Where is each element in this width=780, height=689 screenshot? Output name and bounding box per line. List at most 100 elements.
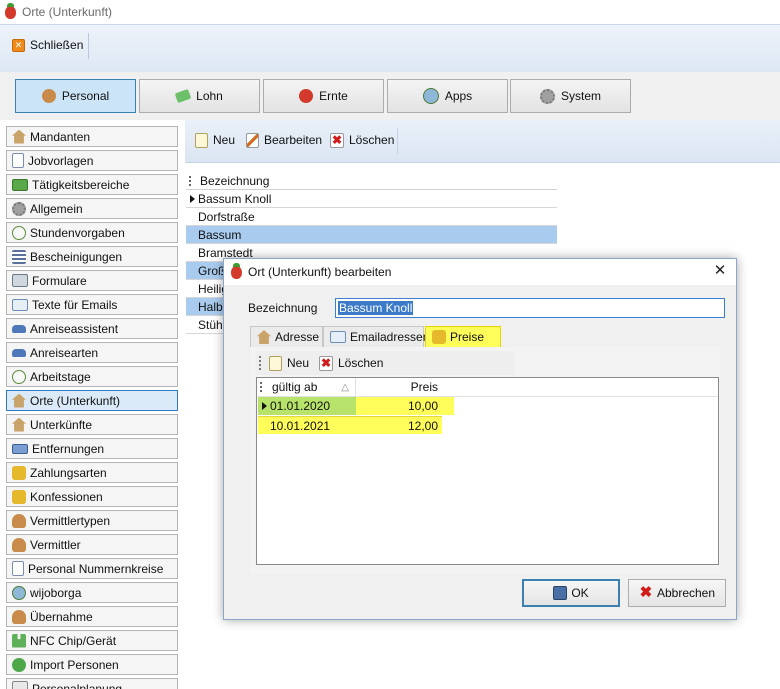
name-field-value: Bassum Knoll (338, 301, 414, 315)
sort-asc-icon: △ (341, 381, 349, 393)
sidebar-item[interactable]: Stundenvorgaben (6, 222, 178, 243)
tab-preise[interactable]: Preise (425, 326, 501, 347)
sidebar-item[interactable]: Jobvorlagen (6, 150, 178, 171)
sidebar-item-label: Mandanten (30, 129, 91, 144)
sidebar-item[interactable]: Zahlungsarten (6, 462, 178, 483)
house-icon (12, 129, 26, 144)
house-icon (257, 330, 271, 344)
sidebar-item[interactable]: Personal Nummernkreise (6, 558, 178, 579)
sidebar-item[interactable]: Vermittlertypen (6, 510, 178, 531)
sidebar-item[interactable]: Formulare (6, 270, 178, 291)
grid-row[interactable]: Bassum Knoll (186, 190, 557, 208)
name-label: Bezeichnung (248, 301, 318, 315)
prices-grid-header: gültig ab △ Preis (258, 377, 718, 397)
price-value-cell[interactable]: 10,00 (356, 399, 440, 413)
sidebar-item[interactable]: Personalplanung (6, 678, 178, 689)
sidebar-item[interactable]: Unterkünfte (6, 414, 178, 435)
cancel-button[interactable]: ✖ Abbrechen (628, 579, 726, 607)
sidebar-item[interactable]: Bescheinigungen (6, 246, 178, 267)
toolbar-separator (88, 33, 89, 59)
sidebar-item-label: Entfernungen (32, 441, 105, 456)
nav-tab-system[interactable]: System (510, 79, 631, 113)
column-header-date[interactable]: gültig ab △ (258, 377, 356, 397)
cancel-button-label: Abbrechen (656, 586, 716, 600)
price-value-cell[interactable]: 12,00 (356, 419, 440, 433)
delete-button[interactable]: ✖ Löschen (326, 128, 398, 152)
car-icon (12, 324, 26, 333)
coins-icon (12, 465, 26, 480)
edit-location-dialog: Ort (Unterkunft) bearbeiten ✕ Bezeichnun… (223, 258, 737, 620)
sidebar-item-label: Stundenvorgaben (30, 225, 125, 240)
sidebar-item[interactable]: Import Personen (6, 654, 178, 675)
close-button[interactable]: ✕ Schließen (8, 33, 87, 57)
sidebar-item[interactable]: Allgemein (6, 198, 178, 219)
edit-icon (246, 132, 259, 148)
strawberry-icon (299, 89, 314, 103)
gear-icon (539, 88, 555, 104)
money-icon (174, 88, 192, 104)
grid-cell: Bassum (198, 227, 242, 242)
sidebar-item[interactable]: Anreisearten (6, 342, 178, 363)
price-new-button[interactable]: Neu (265, 351, 313, 375)
close-icon[interactable]: ✕ (712, 263, 728, 279)
sidebar-item[interactable]: Arbeitstage (6, 366, 178, 387)
sidebar-item[interactable]: Orte (Unterkunft) (6, 390, 178, 411)
coins-icon (432, 330, 446, 344)
nav-tab-personal[interactable]: Personal (15, 79, 136, 113)
tab-emailadressen[interactable]: Emailadressen (323, 326, 429, 347)
sidebar-item[interactable]: Vermittler (6, 534, 178, 555)
sidebar-item[interactable]: Anreiseassistent (6, 318, 178, 339)
strawberry-icon (231, 263, 242, 279)
price-row[interactable]: 01.01.2020 10,00 (258, 397, 454, 415)
sidebar-item[interactable]: Tätigkeitsbereiche (6, 174, 178, 195)
price-date-cell[interactable]: 10.01.2021 (258, 419, 356, 433)
price-delete-button[interactable]: ✖ Löschen (315, 351, 387, 375)
sidebar-item[interactable]: Entfernungen (6, 438, 178, 459)
sidebar-item-label: Zahlungsarten (30, 465, 107, 480)
sidebar-item[interactable]: Konfessionen (6, 486, 178, 507)
new-document-icon (269, 355, 282, 371)
sidebar-item[interactable]: Übernahme (6, 606, 178, 627)
column-header-label[interactable]: Bezeichnung (186, 174, 557, 188)
price-delete-label: Löschen (338, 356, 384, 370)
clock-icon (12, 225, 26, 240)
sidebar-item[interactable]: NFC Chip/Gerät (6, 630, 178, 651)
list-icon (12, 249, 26, 264)
edit-button[interactable]: Bearbeiten (242, 128, 326, 152)
sidebar-item[interactable]: Texte für Emails (6, 294, 178, 315)
sidebar-item[interactable]: Mandanten (6, 126, 178, 147)
tab-label: Adresse (275, 330, 320, 344)
ok-button[interactable]: OK (522, 579, 620, 607)
module-nav: Personal Lohn Ernte Apps System (0, 72, 780, 120)
toolbar-separator (397, 128, 398, 154)
price-date-cell[interactable]: 01.01.2020 (258, 397, 356, 415)
name-field[interactable]: Bassum Knoll (335, 298, 725, 318)
delete-icon: ✖ (319, 355, 333, 371)
nav-tab-apps[interactable]: Apps (387, 79, 508, 113)
house-icon (12, 417, 26, 432)
new-button[interactable]: Neu (191, 128, 239, 152)
grid-row[interactable]: Dorfstraße (186, 208, 557, 226)
delete-button-label: Löschen (349, 133, 395, 147)
sidebar-item-label: Personalplanung (32, 681, 123, 689)
tab-adresse[interactable]: Adresse (250, 326, 323, 347)
sidebar-item-label: Übernahme (30, 609, 93, 624)
grid-row[interactable]: Bassum (186, 226, 557, 244)
grid-cell: Bassum Knoll (198, 191, 272, 206)
nav-tab-ernte[interactable]: Ernte (263, 79, 384, 113)
nav-tab-lohn[interactable]: Lohn (139, 79, 260, 113)
sidebar-item-label: Tätigkeitsbereiche (32, 177, 130, 192)
sidebar-item-label: Personal Nummernkreise (28, 561, 164, 576)
sidebar-item[interactable]: wijoborga (6, 582, 178, 603)
clock-icon (12, 369, 26, 384)
sidebar-item-label: Import Personen (30, 657, 119, 672)
sidebar: Mandanten Jobvorlagen Tätigkeitsbereiche Al… (6, 126, 180, 689)
column-header-price[interactable]: Preis (356, 378, 440, 397)
toolbar-grip (259, 356, 263, 370)
sidebar-item-label: Arbeitstage (30, 369, 91, 384)
column-grip-icon (189, 176, 194, 186)
sidebar-item-label: Formulare (32, 273, 87, 288)
price-row[interactable]: 10.01.2021 12,00 (258, 416, 442, 434)
price-new-label: Neu (287, 356, 310, 370)
field-icon (12, 178, 28, 191)
